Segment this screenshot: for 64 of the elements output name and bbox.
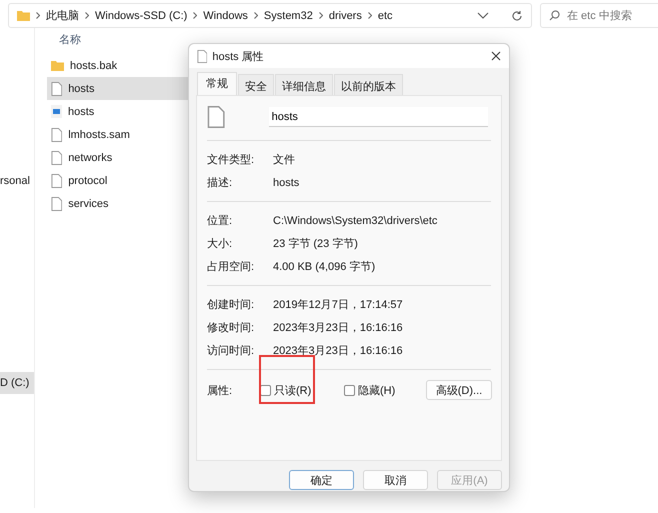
file-row[interactable]: protocol bbox=[47, 169, 195, 192]
property-value: 2023年3月23日，16:16:16 bbox=[273, 321, 404, 335]
document-icon bbox=[51, 150, 62, 164]
property-label: 位置: bbox=[207, 214, 234, 228]
refresh-icon[interactable] bbox=[511, 10, 523, 22]
property-label: 创建时间: bbox=[207, 298, 256, 312]
attributes-label: 属性: bbox=[207, 384, 234, 398]
sidebar-item[interactable]: D (C:) bbox=[0, 372, 34, 394]
sidebar-item[interactable]: rsonal bbox=[0, 170, 34, 192]
dialog-title: hosts 属性 bbox=[212, 50, 264, 64]
breadcrumb[interactable]: 此电脑 bbox=[46, 8, 79, 23]
address-bar[interactable]: 此电脑 Windows-SSD (C:) Windows System32 drivers etc bbox=[8, 3, 532, 28]
chevron-icon bbox=[36, 12, 40, 19]
document-icon bbox=[51, 128, 62, 142]
document-icon bbox=[51, 174, 62, 188]
breadcrumb[interactable]: etc bbox=[378, 10, 393, 22]
search-field[interactable]: 在 etc 中搜索 bbox=[540, 3, 658, 28]
dialog-button[interactable]: 取消 bbox=[363, 470, 428, 490]
folder-icon bbox=[51, 60, 64, 71]
property-label: 文件类型: bbox=[207, 152, 256, 167]
script-file-icon bbox=[51, 105, 62, 118]
chevron-down-icon[interactable] bbox=[477, 12, 489, 20]
chevron-icon bbox=[318, 12, 323, 19]
file-row[interactable]: networks bbox=[47, 146, 195, 169]
file-row[interactable]: services bbox=[47, 192, 195, 215]
document-icon bbox=[197, 50, 208, 62]
property-value: 4.00 KB (4,096 字节) bbox=[273, 260, 376, 274]
property-label: 大小: bbox=[207, 237, 234, 251]
property-value: C:\Windows\System32\drivers\etc bbox=[273, 214, 438, 226]
property-value: 文件 bbox=[273, 152, 296, 167]
chevron-icon bbox=[254, 12, 258, 19]
document-icon bbox=[51, 196, 62, 210]
breadcrumb[interactable]: Windows bbox=[203, 10, 248, 22]
property-value: hosts bbox=[273, 176, 300, 188]
property-label: 占用空间: bbox=[207, 260, 256, 274]
close-icon[interactable] bbox=[491, 51, 501, 61]
tab[interactable]: 详细信息 bbox=[275, 74, 333, 95]
property-label: 修改时间: bbox=[207, 321, 256, 335]
folder-icon bbox=[17, 10, 30, 21]
property-value: 23 字节 (23 字节) bbox=[273, 236, 359, 251]
tab[interactable]: 常规 bbox=[197, 72, 237, 95]
advanced-button[interactable]: 高级(D)... bbox=[426, 380, 492, 400]
file-row[interactable]: lmhosts.sam bbox=[47, 123, 195, 146]
property-label: 访问时间: bbox=[207, 344, 256, 358]
file-name-field[interactable]: hosts bbox=[268, 107, 488, 127]
property-value: 2023年3月23日，16:16:16 bbox=[273, 344, 404, 358]
property-value: 2019年12月7日，17:14:57 bbox=[273, 298, 404, 312]
checkbox[interactable]: 隐藏(H) bbox=[344, 382, 426, 398]
tab[interactable]: 安全 bbox=[238, 74, 274, 95]
file-icon bbox=[207, 106, 225, 128]
file-row[interactable]: hosts bbox=[47, 100, 195, 123]
breadcrumb[interactable]: drivers bbox=[328, 10, 362, 22]
checkbox[interactable]: 只读(R) bbox=[260, 382, 344, 398]
property-label: 描述: bbox=[207, 176, 234, 190]
breadcrumb[interactable]: Windows-SSD (C:) bbox=[95, 10, 188, 22]
document-icon bbox=[51, 82, 62, 96]
chevron-icon bbox=[368, 12, 372, 19]
breadcrumb[interactable]: System32 bbox=[264, 10, 313, 22]
tab[interactable]: 以前的版本 bbox=[334, 74, 403, 95]
chevron-icon bbox=[85, 12, 89, 19]
file-row[interactable]: hosts.bak bbox=[47, 54, 195, 77]
chevron-icon bbox=[193, 12, 198, 19]
dialog-button[interactable]: 确定 bbox=[289, 470, 354, 490]
column-header[interactable]: 名称 bbox=[59, 32, 81, 46]
